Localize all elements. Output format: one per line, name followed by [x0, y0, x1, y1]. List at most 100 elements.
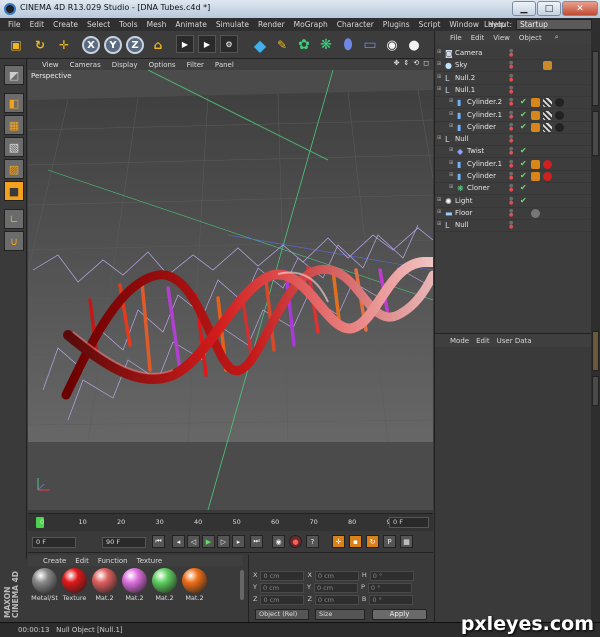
- attribute-menu-mode[interactable]: Mode: [450, 337, 469, 345]
- autokey-button[interactable]: ●: [289, 535, 302, 548]
- object-name[interactable]: Null: [455, 135, 469, 143]
- search-icon[interactable]: ⌕: [555, 33, 559, 42]
- structure-tab[interactable]: [592, 111, 599, 156]
- objects-tab[interactable]: [592, 51, 599, 106]
- visibility-dots[interactable]: ● ●: [509, 159, 515, 168]
- material-swatch[interactable]: Mat.2: [120, 568, 149, 602]
- position-key-icon[interactable]: ✛: [332, 535, 345, 548]
- texture-tag-icon[interactable]: [543, 110, 552, 120]
- rotate-tool-icon[interactable]: ↻: [30, 35, 50, 55]
- make-editable-icon[interactable]: ◩: [4, 65, 24, 85]
- visibility-dots[interactable]: ● ●: [509, 221, 515, 230]
- model-mode-icon[interactable]: ◧: [4, 93, 24, 113]
- sky-texture-tag-icon[interactable]: [543, 61, 552, 71]
- visibility-dots[interactable]: ● ●: [509, 85, 515, 94]
- texture-mode-icon[interactable]: ▦: [4, 115, 24, 135]
- z-axis-lock-button[interactable]: Z: [126, 36, 144, 54]
- enabled-check-icon[interactable]: ✔: [520, 171, 527, 180]
- next-key-button[interactable]: ▸: [232, 535, 245, 548]
- scale-tool-icon[interactable]: ✛: [54, 35, 74, 55]
- object-name[interactable]: Twist: [467, 147, 484, 155]
- visibility-dots[interactable]: ● ●: [509, 73, 515, 82]
- object-row[interactable]: ⊞ L Null.1 ● ●: [435, 85, 592, 97]
- menu-item-mograph[interactable]: MoGraph: [294, 20, 328, 29]
- viewport-menu-display[interactable]: Display: [112, 61, 138, 69]
- previous-key-button[interactable]: ◂: [172, 535, 185, 548]
- go-to-end-button[interactable]: ⏭: [250, 535, 263, 548]
- end-frame-field[interactable]: 90 F: [102, 537, 146, 548]
- object-name[interactable]: Cloner: [467, 184, 490, 192]
- phong-tag-icon[interactable]: [531, 98, 540, 108]
- object-menu-file[interactable]: File: [450, 34, 462, 42]
- object-row[interactable]: ⊞ ✺ Light ● ● ✔: [435, 196, 592, 208]
- coord-value-input[interactable]: 0 °: [367, 583, 412, 593]
- object-name[interactable]: Cylinder: [467, 123, 496, 131]
- point-level-icon[interactable]: ▦: [400, 535, 413, 548]
- material-scrollbar[interactable]: [240, 570, 244, 600]
- object-name[interactable]: Floor: [455, 209, 472, 217]
- object-name[interactable]: Light: [455, 197, 472, 205]
- floor-material-tag-icon[interactable]: [531, 208, 540, 218]
- viewport-menu-cameras[interactable]: Cameras: [70, 61, 101, 69]
- x-axis-lock-button[interactable]: X: [82, 36, 100, 54]
- coordinate-system-icon[interactable]: ⌂: [148, 35, 168, 55]
- object-row[interactable]: ⊞ ▮ Cylinder.1 ● ● ✔: [435, 110, 592, 122]
- enabled-check-icon[interactable]: ✔: [520, 146, 527, 155]
- start-frame-field[interactable]: 0 F: [32, 537, 76, 548]
- enabled-check-icon[interactable]: ✔: [520, 97, 527, 106]
- toggle-view-icon[interactable]: ◻: [423, 59, 429, 67]
- deformer-icon[interactable]: ⬮: [338, 35, 358, 55]
- current-frame-field[interactable]: 0 F: [389, 517, 429, 528]
- move-view-icon[interactable]: ✥: [394, 59, 400, 67]
- object-row[interactable]: ⊞ ● Sky ● ●: [435, 60, 592, 73]
- material-menu-function[interactable]: Function: [98, 557, 128, 565]
- object-name[interactable]: Sky: [455, 61, 467, 69]
- object-name[interactable]: Cylinder.2: [467, 98, 502, 106]
- tree-expand-icon[interactable]: ⊞: [437, 74, 441, 80]
- zoom-view-icon[interactable]: ⇕: [403, 59, 409, 67]
- render-settings-icon[interactable]: ⚙: [220, 35, 238, 53]
- enabled-check-icon[interactable]: ✔: [520, 183, 527, 192]
- menu-item-render[interactable]: Render: [258, 20, 285, 29]
- object-row[interactable]: ⊞ ▮ Cylinder.1 ● ● ✔: [435, 159, 592, 171]
- rotation-key-icon[interactable]: ↻: [366, 535, 379, 548]
- minimize-button[interactable]: ▁: [512, 1, 536, 16]
- maximize-button[interactable]: □: [537, 1, 561, 16]
- object-row[interactable]: ⊞ ▮ Cylinder ● ● ✔: [435, 171, 592, 183]
- attribute-menu-edit[interactable]: Edit: [476, 337, 490, 345]
- material-menu-edit[interactable]: Edit: [75, 557, 89, 565]
- render-picture-viewer-icon[interactable]: ▶: [198, 35, 216, 53]
- object-name[interactable]: Cylinder.1: [467, 111, 502, 119]
- coord-size-dropdown[interactable]: Size: [315, 609, 365, 620]
- menu-item-character[interactable]: Character: [337, 20, 374, 29]
- render-view-icon[interactable]: ▶: [176, 35, 194, 53]
- menu-item-animate[interactable]: Animate: [175, 20, 206, 29]
- visibility-dots[interactable]: ● ●: [509, 208, 515, 217]
- enabled-check-icon[interactable]: ✔: [520, 196, 527, 205]
- coord-value-input[interactable]: 0 cm: [260, 571, 305, 581]
- close-button[interactable]: ✕: [562, 1, 598, 16]
- visibility-dots[interactable]: ● ●: [509, 49, 515, 58]
- tree-expand-icon[interactable]: ⊞: [449, 160, 453, 166]
- rotate-view-icon[interactable]: ⟲: [413, 59, 419, 67]
- menu-item-create[interactable]: Create: [53, 20, 78, 29]
- menu-item-script[interactable]: Script: [419, 20, 441, 29]
- coord-value-input[interactable]: 0 cm: [314, 595, 359, 605]
- object-row[interactable]: ⊞ ▮ Cylinder ● ● ✔: [435, 122, 592, 134]
- timeline-ruler[interactable]: 0102030405060708090: [36, 516, 395, 530]
- tree-expand-icon[interactable]: ⊞: [449, 147, 453, 153]
- visibility-dots[interactable]: ● ●: [509, 61, 515, 70]
- menu-item-window[interactable]: Window: [449, 20, 479, 29]
- material-tag-icon[interactable]: [543, 172, 552, 181]
- coord-value-input[interactable]: 0 cm: [259, 583, 304, 593]
- material-tag-icon[interactable]: [543, 159, 552, 169]
- material-swatch[interactable]: Texture: [60, 568, 89, 602]
- object-row[interactable]: ⊞ L Null.2 ● ●: [435, 73, 592, 85]
- previous-frame-button[interactable]: ◁: [187, 535, 200, 548]
- material-swatch[interactable]: Metal/St: [30, 568, 59, 602]
- parameter-key-icon[interactable]: P: [383, 535, 396, 548]
- tree-expand-icon[interactable]: ⊞: [437, 209, 441, 215]
- move-tool-icon[interactable]: ▣: [6, 35, 26, 55]
- visibility-dots[interactable]: ● ●: [509, 135, 515, 144]
- material-swatch[interactable]: Mat.2: [90, 568, 119, 602]
